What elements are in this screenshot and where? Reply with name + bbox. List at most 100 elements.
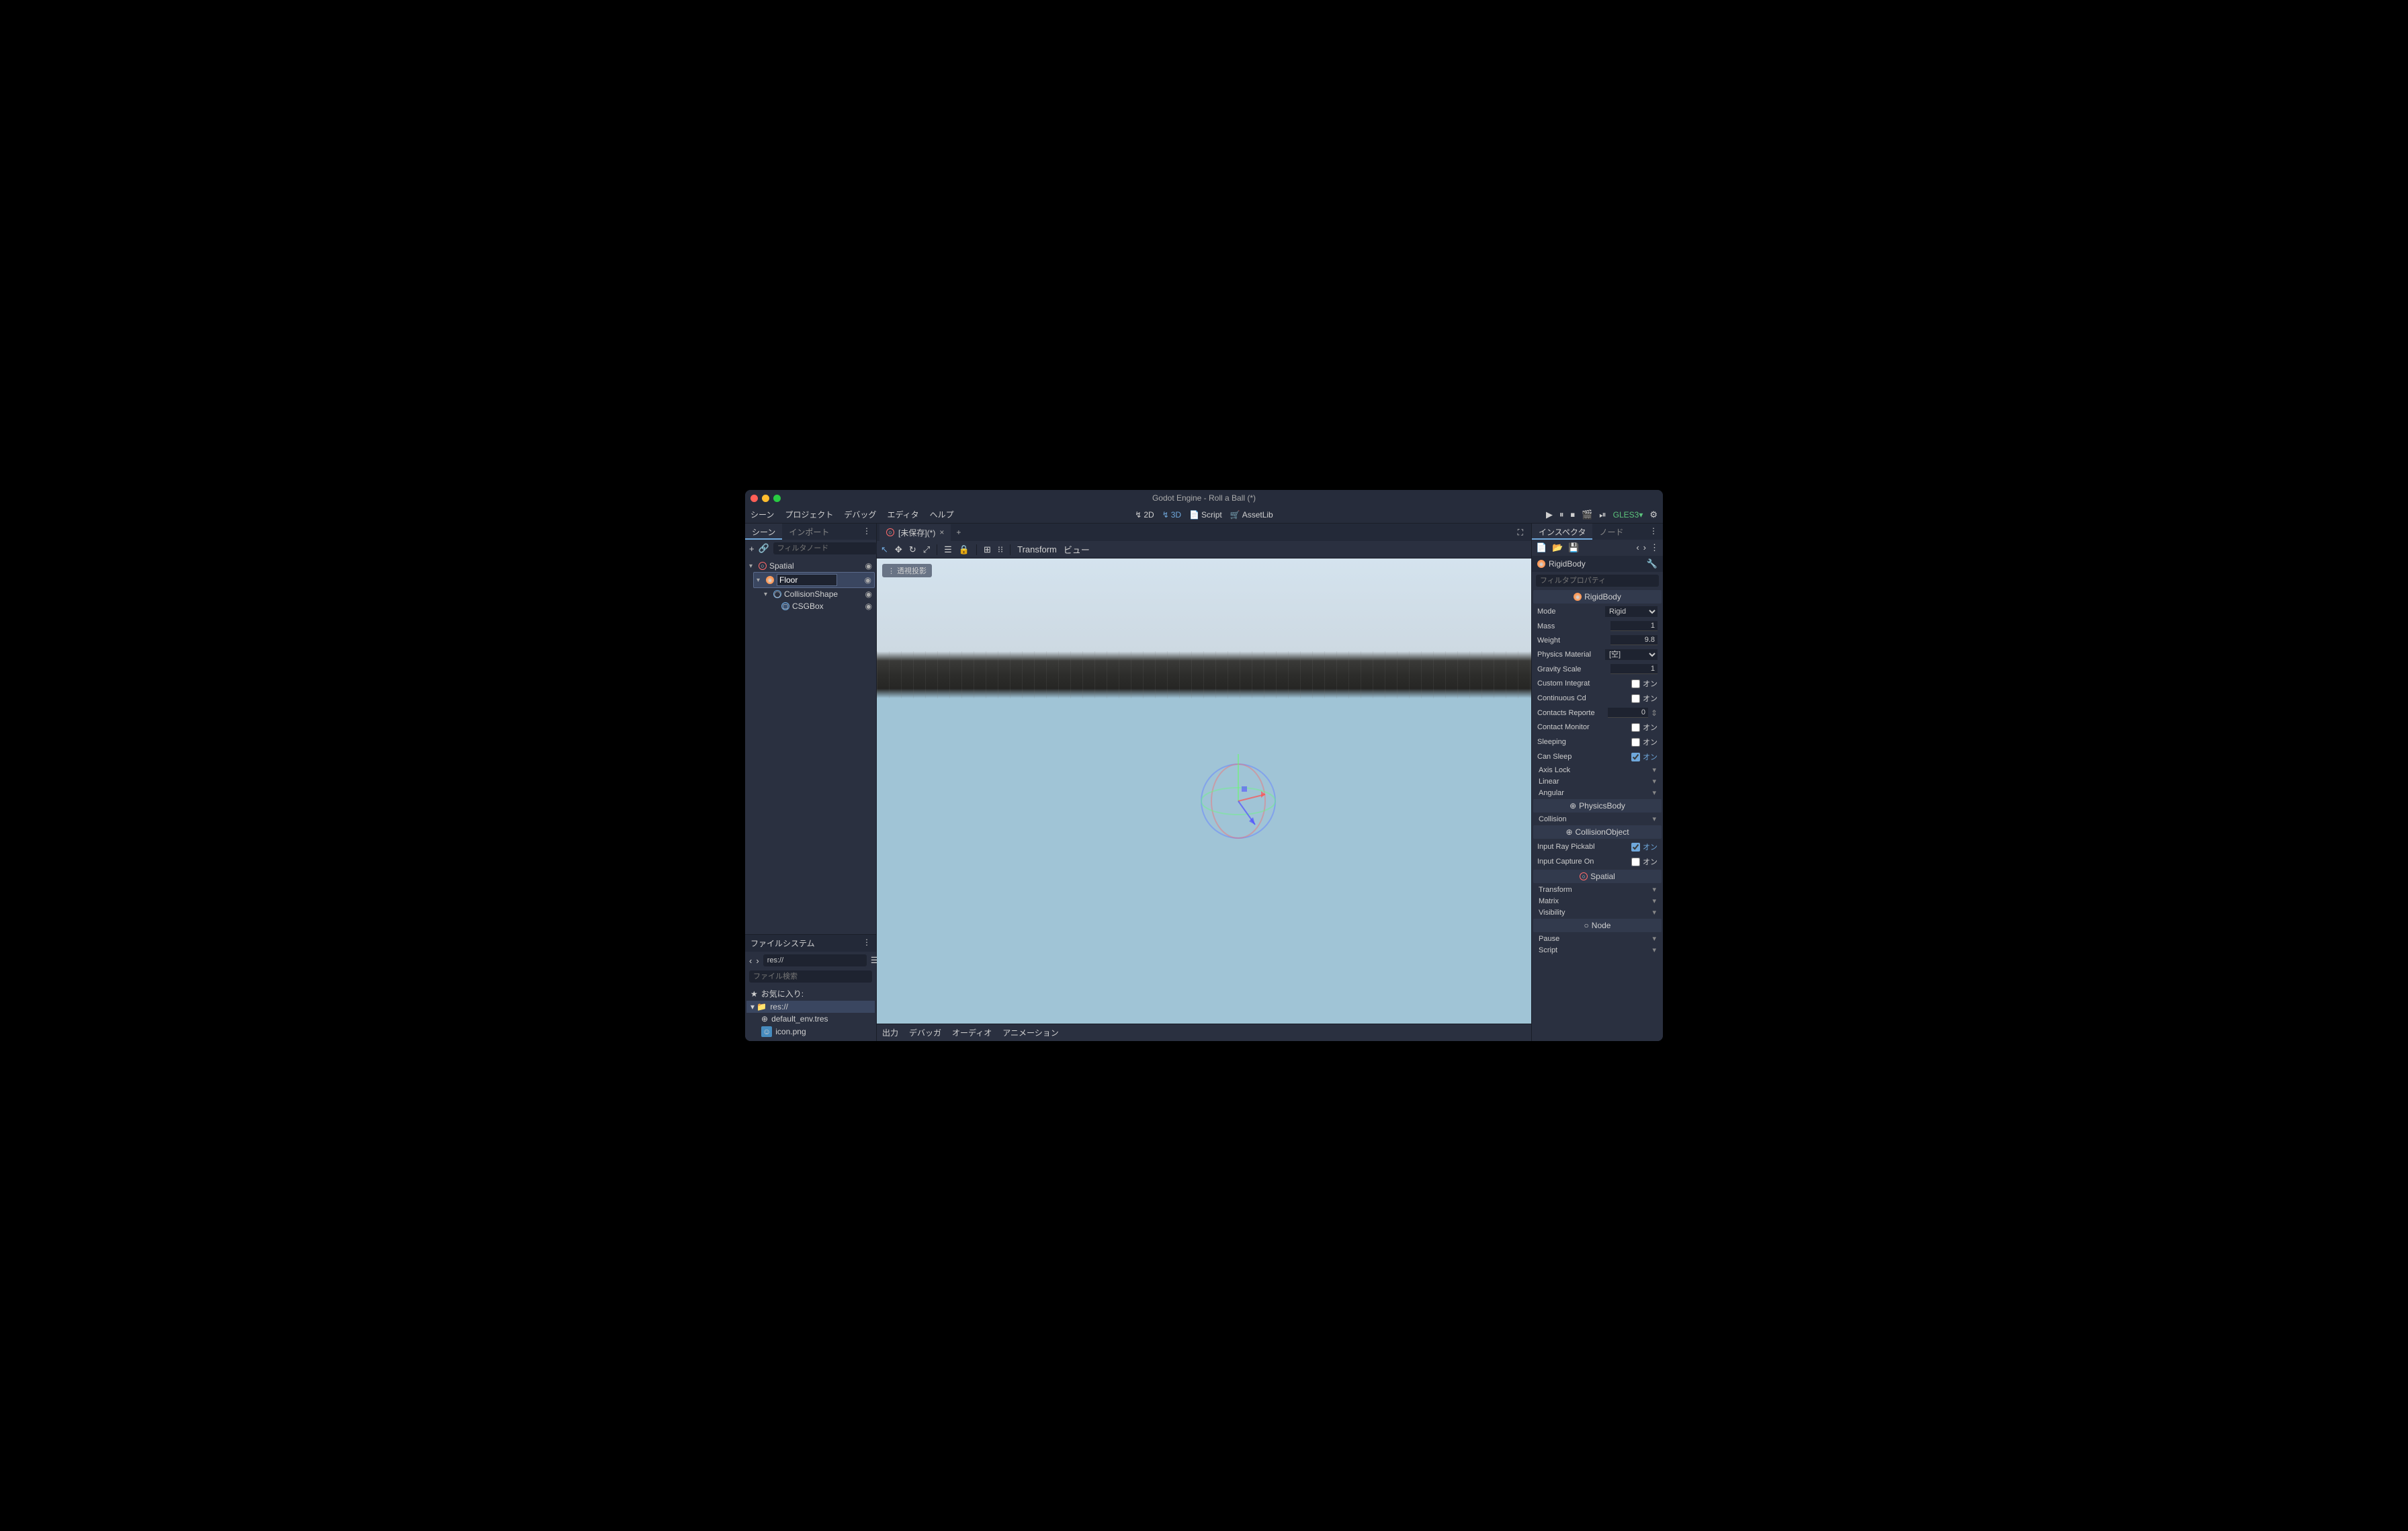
workspace-script[interactable]: 📄Script	[1189, 510, 1222, 520]
mass-input[interactable]	[1610, 621, 1658, 631]
can-sleep-check[interactable]	[1631, 753, 1640, 761]
contact-monitor-check[interactable]	[1631, 723, 1640, 732]
tree-node-csgbox[interactable]: ▾▢ CSGBox ◉	[769, 600, 875, 612]
projection-label[interactable]: ⋮ 透視投影	[882, 564, 932, 577]
menu-scene[interactable]: シーン	[750, 509, 774, 520]
minimize-window-button[interactable]	[762, 495, 769, 502]
mode-select[interactable]: Rigid	[1605, 606, 1658, 617]
section-node[interactable]: ○ Node	[1533, 919, 1662, 932]
visibility-icon[interactable]: ◉	[865, 589, 872, 599]
fullscreen-icon[interactable]: ⛶	[1512, 525, 1529, 540]
fs-root[interactable]: ▾ 📁 res://	[746, 1001, 875, 1013]
fs-file-icon[interactable]: ☺ icon.png	[746, 1025, 875, 1038]
expand-transform[interactable]: Transform▾	[1532, 884, 1663, 895]
close-tab-icon[interactable]: ×	[939, 528, 944, 537]
gravity-input[interactable]	[1610, 664, 1658, 674]
expand-script[interactable]: Script▾	[1532, 944, 1663, 956]
panel-menu-icon[interactable]: ⋮	[863, 938, 871, 949]
stop-button[interactable]: ⏹	[1571, 509, 1576, 520]
close-window-button[interactable]	[750, 495, 758, 502]
history-menu-icon[interactable]: ⋮	[1650, 542, 1659, 553]
history-back-icon[interactable]: ‹	[1636, 542, 1639, 553]
workspace-3d[interactable]: ↯3D	[1162, 510, 1181, 520]
bottom-debugger[interactable]: デバッガ	[909, 1027, 941, 1038]
scene-tab[interactable]: ○ [未保存](*) ×	[879, 524, 951, 541]
tree-node-floor[interactable]: ▾◉ ◉	[753, 572, 875, 588]
select-tool-icon[interactable]: ↖	[881, 544, 888, 555]
physmat-select[interactable]: [空]	[1605, 649, 1658, 660]
play-button[interactable]: ▶	[1546, 509, 1553, 520]
renderer-select[interactable]: GLES3▾	[1613, 510, 1643, 520]
lock-tool-icon[interactable]: 🔒	[959, 544, 970, 555]
snap-tool-icon[interactable]: ⊞	[984, 544, 991, 555]
move-tool-icon[interactable]: ✥	[895, 544, 902, 555]
pause-button[interactable]: ⏸	[1559, 509, 1564, 520]
workspace-assetlib[interactable]: 🛒AssetLib	[1230, 510, 1273, 520]
tab-inspector[interactable]: インスペクタ	[1532, 524, 1592, 540]
section-collisionobject[interactable]: ⊕ CollisionObject	[1533, 825, 1662, 839]
scale-tool-icon[interactable]: ⤢	[923, 544, 930, 555]
save-resource-icon[interactable]: 💾	[1568, 542, 1579, 553]
open-resource-icon[interactable]: 📂	[1552, 542, 1563, 553]
list-tool-icon[interactable]: ☰	[944, 544, 952, 555]
menu-project[interactable]: プロジェクト	[785, 509, 833, 520]
weight-input[interactable]	[1610, 635, 1658, 645]
snap-config-icon[interactable]: ⁝⁝	[998, 544, 1003, 555]
expand-visibility[interactable]: Visibility▾	[1532, 907, 1663, 918]
settings-icon[interactable]: ⚙	[1649, 509, 1658, 520]
menu-debug[interactable]: デバッグ	[844, 509, 876, 520]
rotate-tool-icon[interactable]: ↻	[909, 544, 916, 555]
history-forward-icon[interactable]: ›	[1643, 542, 1646, 553]
fs-file-env[interactable]: ⊕ default_env.tres	[746, 1013, 875, 1025]
play-scene-button[interactable]: 🎬	[1582, 509, 1592, 520]
expand-axis-lock[interactable]: Axis Lock▾	[1532, 764, 1663, 776]
visibility-icon[interactable]: ◉	[865, 602, 872, 611]
nav-forward-button[interactable]: ›	[756, 956, 759, 966]
expand-pause[interactable]: Pause▾	[1532, 933, 1663, 944]
maximize-window-button[interactable]	[773, 495, 781, 502]
section-rigidbody[interactable]: ◉RigidBody	[1533, 590, 1662, 604]
tree-node-collisionshape[interactable]: ▾◯ CollisionShape ◉	[761, 588, 875, 600]
expand-matrix[interactable]: Matrix▾	[1532, 895, 1663, 907]
nav-back-button[interactable]: ‹	[749, 956, 752, 966]
file-search-input[interactable]	[749, 970, 872, 983]
section-physicsbody[interactable]: ⊕ PhysicsBody	[1533, 799, 1662, 813]
add-node-button[interactable]: +	[749, 544, 755, 554]
tab-node[interactable]: ノード	[1592, 524, 1630, 540]
panel-menu-icon[interactable]: ⋮	[1644, 524, 1663, 540]
custom-integrat-check[interactable]	[1631, 679, 1640, 688]
sleeping-check[interactable]	[1631, 738, 1640, 747]
continuous-cd-check[interactable]	[1631, 694, 1640, 703]
contacts-input[interactable]	[1608, 708, 1648, 718]
path-input[interactable]	[763, 954, 867, 966]
visibility-icon[interactable]: ◉	[865, 561, 872, 571]
menu-help[interactable]: ヘルプ	[930, 509, 954, 520]
viewport-3d[interactable]: ⋮ 透視投影	[877, 558, 1531, 1024]
view-menu[interactable]: ビュー	[1064, 543, 1090, 556]
filter-nodes-input[interactable]	[773, 542, 877, 554]
bottom-audio[interactable]: オーディオ	[952, 1027, 992, 1038]
tab-scene[interactable]: シーン	[745, 524, 782, 540]
link-button[interactable]: 🔗	[759, 543, 769, 554]
add-tab-button[interactable]: +	[951, 525, 966, 540]
panel-menu-icon[interactable]: ⋮	[857, 524, 876, 540]
transform-menu[interactable]: Transform	[1017, 544, 1057, 554]
new-resource-icon[interactable]: 📄	[1536, 542, 1547, 553]
workspace-2d[interactable]: ↯2D	[1135, 510, 1154, 520]
section-spatial[interactable]: ○ Spatial	[1533, 870, 1662, 883]
tab-import[interactable]: インポート	[782, 524, 836, 540]
expand-collision[interactable]: Collision▾	[1532, 813, 1663, 825]
tree-node-spatial[interactable]: ▾○ Spatial ◉	[746, 560, 875, 572]
tool-icon[interactable]: 🔧	[1647, 558, 1658, 569]
menu-editor[interactable]: エディタ	[887, 509, 918, 520]
bottom-animation[interactable]: アニメーション	[1002, 1027, 1059, 1038]
rename-node-input[interactable]	[777, 574, 837, 586]
filter-properties-input[interactable]	[1536, 575, 1659, 587]
expand-linear[interactable]: Linear▾	[1532, 776, 1663, 787]
input-capture-check[interactable]	[1631, 858, 1640, 866]
input-ray-check[interactable]	[1631, 843, 1640, 852]
bottom-output[interactable]: 出力	[882, 1027, 898, 1038]
expand-angular[interactable]: Angular▾	[1532, 787, 1663, 798]
play-custom-button[interactable]: ⏯	[1599, 509, 1606, 520]
visibility-icon[interactable]: ◉	[865, 575, 871, 585]
